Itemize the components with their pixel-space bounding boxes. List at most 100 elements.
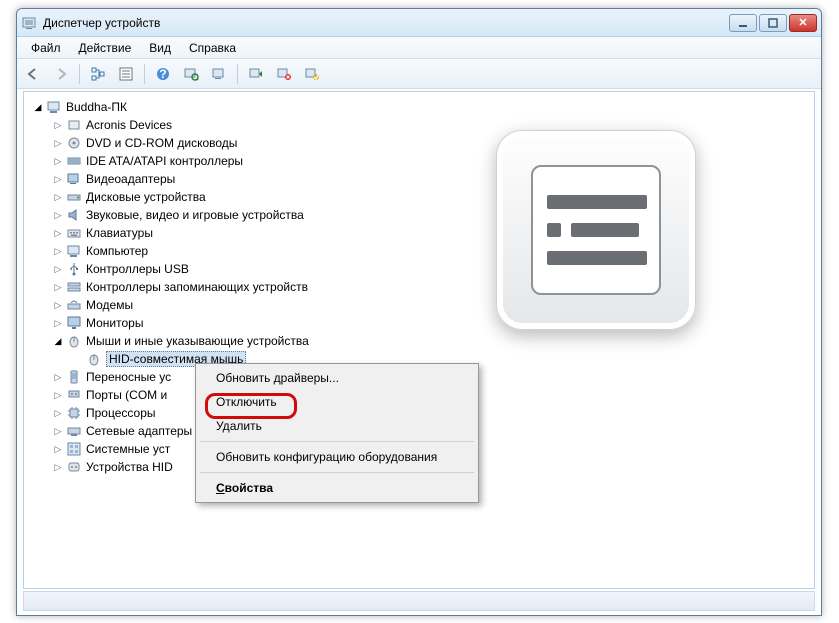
category-label: Порты (COM и: [86, 388, 167, 402]
expander-icon[interactable]: ▷: [52, 227, 64, 239]
category-label: Контроллеры USB: [86, 262, 189, 276]
expander-icon[interactable]: ▷: [52, 191, 64, 203]
toolbar-scan-button[interactable]: [179, 62, 203, 86]
app-icon: [21, 15, 37, 31]
mouse-icon: [86, 351, 102, 367]
statusbar: [23, 591, 815, 611]
expander-icon[interactable]: ▷: [52, 443, 64, 455]
minimize-button[interactable]: [729, 14, 757, 32]
expander-icon[interactable]: ▷: [52, 317, 64, 329]
category-label: Модемы: [86, 298, 133, 312]
menu-file[interactable]: Файл: [23, 39, 69, 57]
tree-category[interactable]: ▷ Acronis Devices: [26, 116, 812, 134]
toolbar-help-button[interactable]: ?: [151, 62, 175, 86]
device-manager-window: Диспетчер устройств ✕ Файл Действие Вид …: [16, 8, 822, 616]
context-menu-item[interactable]: Отключить: [198, 390, 476, 414]
expander-icon[interactable]: ◢: [52, 335, 64, 347]
toolbar-properties-button[interactable]: [114, 62, 138, 86]
tree-root[interactable]: ◢ Buddha-ПК: [26, 98, 812, 116]
category-label: Мыши и иные указывающие устройства: [86, 334, 309, 348]
category-label: DVD и CD-ROM дисководы: [86, 136, 237, 150]
toolbar-uninstall-button[interactable]: [272, 62, 296, 86]
toolbar-separator: [237, 64, 238, 84]
expander-icon[interactable]: ▷: [52, 461, 64, 473]
category-label: Переносные ус: [86, 370, 171, 384]
context-menu-item[interactable]: Свойства: [198, 476, 476, 500]
device-category-icon: [66, 423, 82, 439]
menu-view[interactable]: Вид: [141, 39, 179, 57]
expander-icon[interactable]: ▷: [52, 299, 64, 311]
expander-icon[interactable]: ▷: [52, 245, 64, 257]
device-tree-pane: ◢Buddha-ПК▷Acronis Devices▷DVD и CD-ROM …: [23, 91, 815, 589]
expander-icon[interactable]: ▷: [52, 263, 64, 275]
device-category-icon: [66, 405, 82, 421]
category-label: Контроллеры запоминающих устройств: [86, 280, 308, 294]
context-menu-item[interactable]: Обновить драйверы...: [198, 366, 476, 390]
window-controls: ✕: [729, 14, 817, 32]
device-category-icon: [66, 459, 82, 475]
expander-icon[interactable]: ▷: [52, 371, 64, 383]
tree-category[interactable]: ◢ Мыши и иные указывающие устройства: [26, 332, 812, 350]
device-category-icon: [66, 243, 82, 259]
category-label: Процессоры: [86, 406, 156, 420]
expander-icon[interactable]: ▷: [52, 281, 64, 293]
toolbar-device-button[interactable]: [207, 62, 231, 86]
toolbar-update-button[interactable]: [244, 62, 268, 86]
category-label: Acronis Devices: [86, 118, 172, 132]
category-label: Видеоадаптеры: [86, 172, 175, 186]
category-label: Дисковые устройства: [86, 190, 206, 204]
device-category-icon: [66, 261, 82, 277]
category-label: Мониторы: [86, 316, 143, 330]
expander-icon[interactable]: ▷: [52, 155, 64, 167]
toolbar: ?: [17, 59, 821, 89]
device-category-icon: [66, 441, 82, 457]
category-label: Устройства HID: [86, 460, 173, 474]
menu-help[interactable]: Справка: [181, 39, 244, 57]
device-category-icon: [66, 387, 82, 403]
context-menu: Обновить драйверы...ОтключитьУдалить Обно…: [195, 363, 479, 503]
category-label: Звуковые, видео и игровые устройства: [86, 208, 304, 222]
expander-icon[interactable]: ▷: [52, 137, 64, 149]
toolbar-forward-button[interactable]: [49, 62, 73, 86]
close-button[interactable]: ✕: [789, 14, 817, 32]
expander-icon[interactable]: ▷: [52, 425, 64, 437]
context-menu-item[interactable]: Обновить конфигурацию оборудования: [198, 445, 476, 469]
toolbar-disable-button[interactable]: [300, 62, 324, 86]
device-category-icon: [66, 297, 82, 313]
device-category-icon: [66, 333, 82, 349]
category-label: Системные уст: [86, 442, 170, 456]
toolbar-separator: [79, 64, 80, 84]
category-label: Компьютер: [86, 244, 148, 258]
toolbar-separator: [144, 64, 145, 84]
toolbar-tree-button[interactable]: [86, 62, 110, 86]
expander-icon[interactable]: ▷: [52, 209, 64, 221]
category-label: IDE ATA/ATAPI контроллеры: [86, 154, 243, 168]
device-category-icon: [66, 171, 82, 187]
expander-icon[interactable]: ▷: [52, 173, 64, 185]
device-category-icon: [66, 207, 82, 223]
context-menu-separator: [200, 441, 474, 442]
window-title: Диспетчер устройств: [43, 16, 729, 30]
titlebar: Диспетчер устройств ✕: [17, 9, 821, 37]
device-category-icon: [66, 117, 82, 133]
menu-action[interactable]: Действие: [71, 39, 140, 57]
device-category-icon: [66, 189, 82, 205]
expander-icon[interactable]: ▷: [52, 119, 64, 131]
menubar: Файл Действие Вид Справка: [17, 37, 821, 59]
expander-icon[interactable]: ◢: [32, 101, 44, 113]
toolbar-back-button[interactable]: [21, 62, 45, 86]
device-category-icon: [66, 225, 82, 241]
device-category-icon: [66, 279, 82, 295]
tree-category[interactable]: ▷ Мониторы: [26, 314, 812, 332]
context-menu-item[interactable]: Удалить: [198, 414, 476, 438]
maximize-button[interactable]: [759, 14, 787, 32]
svg-text:?: ?: [159, 67, 166, 81]
device-category-icon: [66, 135, 82, 151]
computer-icon: [46, 99, 62, 115]
expander-icon[interactable]: ▷: [52, 407, 64, 419]
keyboard-key-illustration: [496, 130, 696, 330]
context-menu-separator: [200, 472, 474, 473]
expander-icon[interactable]: ▷: [52, 389, 64, 401]
root-label: Buddha-ПК: [66, 100, 127, 114]
category-label: Клавиатуры: [86, 226, 153, 240]
